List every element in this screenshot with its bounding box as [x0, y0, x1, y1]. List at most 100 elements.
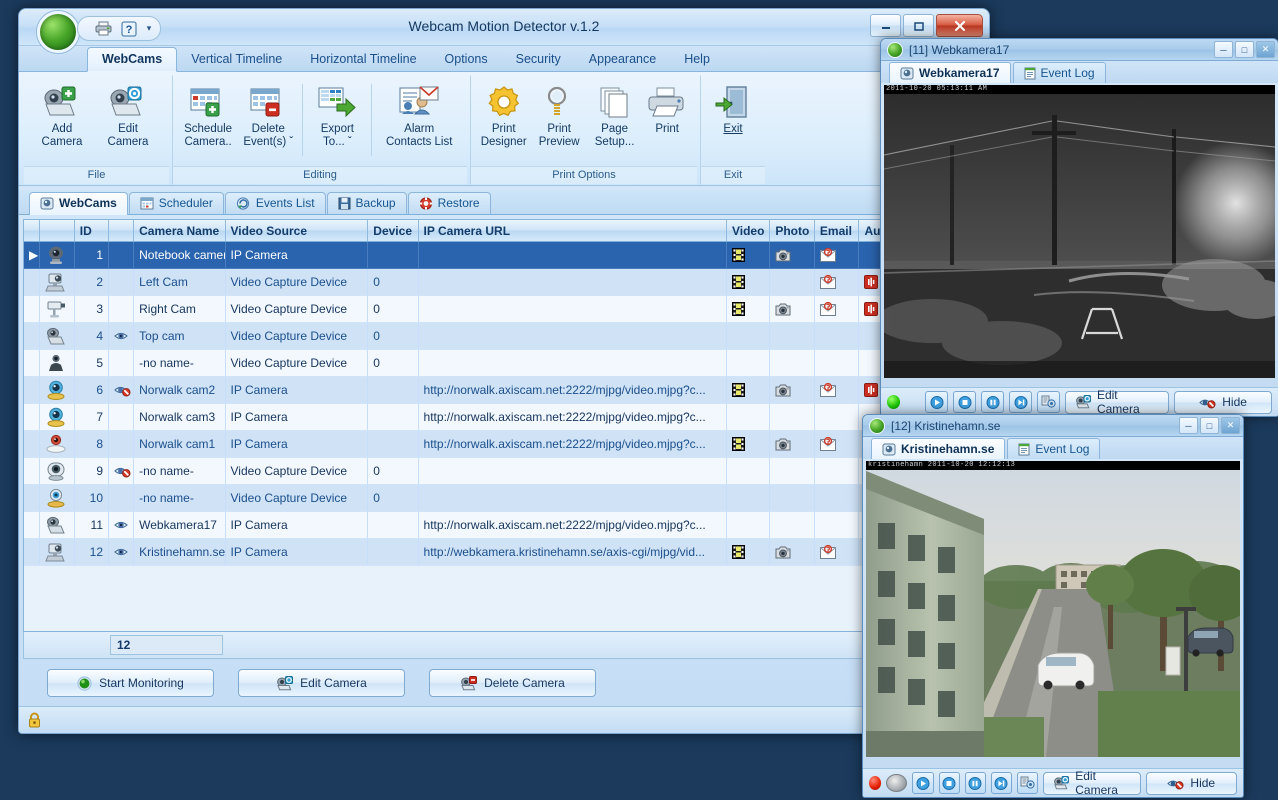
table-row[interactable]: 10-no name-Video Capture Device0No: [24, 485, 984, 512]
cell-visibility-icon[interactable]: [109, 539, 134, 566]
ribbon-tab-security[interactable]: Security: [502, 48, 575, 71]
camera-2-video-feed[interactable]: kristinehamn 2011-10-20 12:12:13: [866, 461, 1240, 757]
pause-icon[interactable]: [981, 391, 1004, 413]
edit-camera-ribbon-button[interactable]: EditCamera: [96, 80, 160, 149]
tab-scheduler[interactable]: Scheduler: [129, 192, 224, 214]
delete-events-icon: [248, 83, 288, 123]
cell-id: 6: [74, 377, 108, 404]
header-video-source[interactable]: Video Source: [225, 220, 368, 242]
table-row[interactable]: 12Kristinehamn.seIP Camerahttp://webkame…: [24, 539, 984, 566]
cell-visibility-icon[interactable]: [109, 323, 134, 350]
tab-backup[interactable]: Backup: [327, 192, 407, 214]
cell-visibility-icon[interactable]: [109, 350, 134, 377]
header-camera-name[interactable]: Camera Name: [134, 220, 225, 242]
header-device[interactable]: Device: [368, 220, 418, 242]
header-ip-camera-url[interactable]: IP Camera URL: [418, 220, 726, 242]
header-id[interactable]: ID: [74, 220, 108, 242]
table-row[interactable]: 6Norwalk cam2IP Camerahttp://norwalk.axi…: [24, 377, 984, 404]
row-camera-icon: [40, 269, 74, 296]
camera-1-hide-button[interactable]: Hide: [1174, 391, 1272, 414]
minimize-button[interactable]: ─: [1214, 41, 1233, 58]
exit-door-icon: [714, 83, 752, 123]
cell-camera-name: -no name-: [134, 485, 225, 512]
camera-tab-webkamera17[interactable]: Webkamera17: [889, 62, 1011, 83]
ribbon-tab-options[interactable]: Options: [431, 48, 502, 71]
camera-tab-kristinehamn[interactable]: Kristinehamn.se: [871, 438, 1005, 459]
add-camera-button[interactable]: AddCamera: [30, 80, 94, 149]
maximize-button[interactable]: □: [1235, 41, 1254, 58]
cell-visibility-icon[interactable]: [109, 485, 134, 512]
header-eye[interactable]: [109, 220, 134, 242]
close-button[interactable]: [936, 14, 983, 37]
stop-icon[interactable]: [939, 772, 960, 794]
play-icon[interactable]: [925, 391, 948, 413]
cameras-grid[interactable]: ID Camera Name Video Source Device IP Ca…: [23, 219, 985, 632]
play-icon[interactable]: [912, 772, 933, 794]
snapshot-icon[interactable]: [1017, 772, 1038, 794]
camera-1-video-feed[interactable]: 2011-10-20 05:13:11 AM: [884, 85, 1275, 378]
record-count-field[interactable]: 12: [110, 635, 223, 655]
ribbon-tab-appearance[interactable]: Appearance: [575, 48, 670, 71]
table-row[interactable]: 3Right CamVideo Capture Device0Yes: [24, 296, 984, 323]
exit-button[interactable]: Exit: [707, 80, 759, 136]
close-button[interactable]: ✕: [1256, 41, 1275, 58]
cell-visibility-icon[interactable]: [109, 377, 134, 404]
cell-visibility-icon[interactable]: [109, 458, 134, 485]
table-row[interactable]: ▶1Notebook cameraIP CameraYes: [24, 242, 984, 269]
print-designer-button[interactable]: PrintDesigner: [477, 80, 530, 149]
cell-visibility-icon[interactable]: [109, 269, 134, 296]
tab-events-list[interactable]: Events List: [225, 192, 326, 214]
ribbon-tab-webcams[interactable]: WebCams: [87, 47, 177, 72]
camera-2-edit-label: Edit Camera: [1075, 769, 1130, 797]
camera-tab-event-log-2[interactable]: Event Log: [1007, 438, 1100, 459]
page-setup-button[interactable]: PageSetup...: [588, 80, 641, 149]
header-email[interactable]: Email: [814, 220, 859, 242]
camera-2-edit-camera-button[interactable]: Edit Camera: [1043, 772, 1140, 795]
delete-events-button[interactable]: DeleteEvent(s) ˇ: [239, 80, 297, 149]
alarm-contacts-list-button[interactable]: AlarmContacts List: [377, 80, 461, 149]
table-row[interactable]: 11Webkamera17IP Camerahttp://norwalk.axi…: [24, 512, 984, 539]
cell-visibility-icon[interactable]: [109, 512, 134, 539]
table-row[interactable]: 8Norwalk cam1IP Camerahttp://norwalk.axi…: [24, 431, 984, 458]
ribbon-tab-help[interactable]: Help: [670, 48, 724, 71]
cell-id: 1: [74, 242, 108, 269]
ribbon-tab-vertical-timeline[interactable]: Vertical Timeline: [177, 48, 296, 71]
export-to-button[interactable]: ExportTo... ˇ: [308, 80, 366, 149]
table-row[interactable]: 5-no name-Video Capture Device0No: [24, 350, 984, 377]
cell-visibility-icon[interactable]: [109, 242, 134, 269]
next-icon[interactable]: [1009, 391, 1032, 413]
header-video[interactable]: Video: [726, 220, 769, 242]
cell-visibility-icon[interactable]: [109, 404, 134, 431]
edit-camera-button[interactable]: Edit Camera: [238, 669, 405, 697]
table-row[interactable]: 7Norwalk cam3IP Camerahttp://norwalk.axi…: [24, 404, 984, 431]
table-row[interactable]: 2Left CamVideo Capture Device0Yes: [24, 269, 984, 296]
pause-icon[interactable]: [965, 772, 986, 794]
maximize-button[interactable]: [903, 14, 934, 37]
start-monitoring-button[interactable]: Start Monitoring: [47, 669, 214, 697]
camera-1-edit-camera-button[interactable]: Edit Camera: [1065, 391, 1169, 414]
table-row[interactable]: 9-no name-Video Capture Device0No: [24, 458, 984, 485]
header-photo[interactable]: Photo: [770, 220, 815, 242]
print-button[interactable]: Print: [643, 80, 691, 136]
tab-restore[interactable]: Restore: [408, 192, 491, 214]
snapshot-icon[interactable]: [1037, 391, 1060, 413]
maximize-button[interactable]: □: [1200, 417, 1219, 434]
table-row[interactable]: 4Top camVideo Capture Device0Yes: [24, 323, 984, 350]
camera-2-hide-button[interactable]: Hide: [1146, 772, 1237, 795]
ribbon-tab-horizontal-timeline[interactable]: Horizontal Timeline: [296, 48, 430, 71]
delete-camera-button[interactable]: Delete Camera: [429, 669, 596, 697]
next-icon[interactable]: [991, 772, 1012, 794]
minimize-button[interactable]: [870, 14, 901, 37]
cell-video-source: Video Capture Device: [225, 323, 368, 350]
tab-webcams[interactable]: WebCams: [29, 192, 128, 215]
close-button[interactable]: ✕: [1221, 417, 1240, 434]
stop-icon[interactable]: [953, 391, 976, 413]
print-preview-button[interactable]: PrintPreview: [532, 80, 585, 149]
minimize-button[interactable]: ─: [1179, 417, 1198, 434]
cell-visibility-icon[interactable]: [109, 296, 134, 323]
lock-icon[interactable]: [27, 712, 42, 728]
row-camera-icon: [40, 242, 74, 269]
schedule-camera-button[interactable]: ScheduleCamera..: [179, 80, 237, 149]
camera-tab-event-log[interactable]: Event Log: [1013, 62, 1106, 83]
cell-visibility-icon[interactable]: [109, 431, 134, 458]
